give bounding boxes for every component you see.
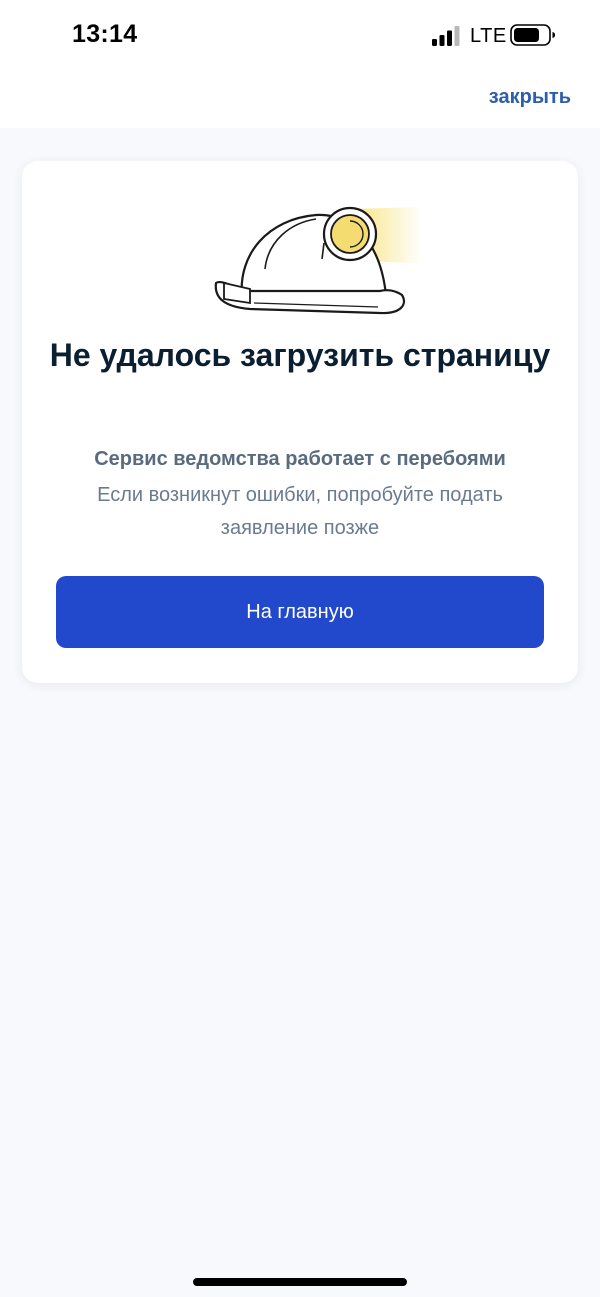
error-subtitle: Сервис ведомства работает с перебоями [94,448,506,470]
helmet-illustration-icon [214,206,422,315]
status-bar: 13:14 LTE [0,0,600,70]
error-card: Не удалось загрузить страницу Сервис вед… [22,161,578,683]
close-button[interactable]: закрыть [489,86,571,109]
battery-icon [510,24,555,46]
home-indicator[interactable] [193,1278,407,1286]
top-nav-bar: закрыть [0,70,600,128]
error-description: Если возникнут ошибки, попробуйте подать… [97,484,503,539]
error-title: Не удалось загрузить страницу [49,337,551,373]
network-type-label: LTE [470,25,507,47]
signal-icon [432,26,460,46]
status-time: 13:14 [72,20,138,48]
go-home-button[interactable]: На главную [56,576,544,648]
